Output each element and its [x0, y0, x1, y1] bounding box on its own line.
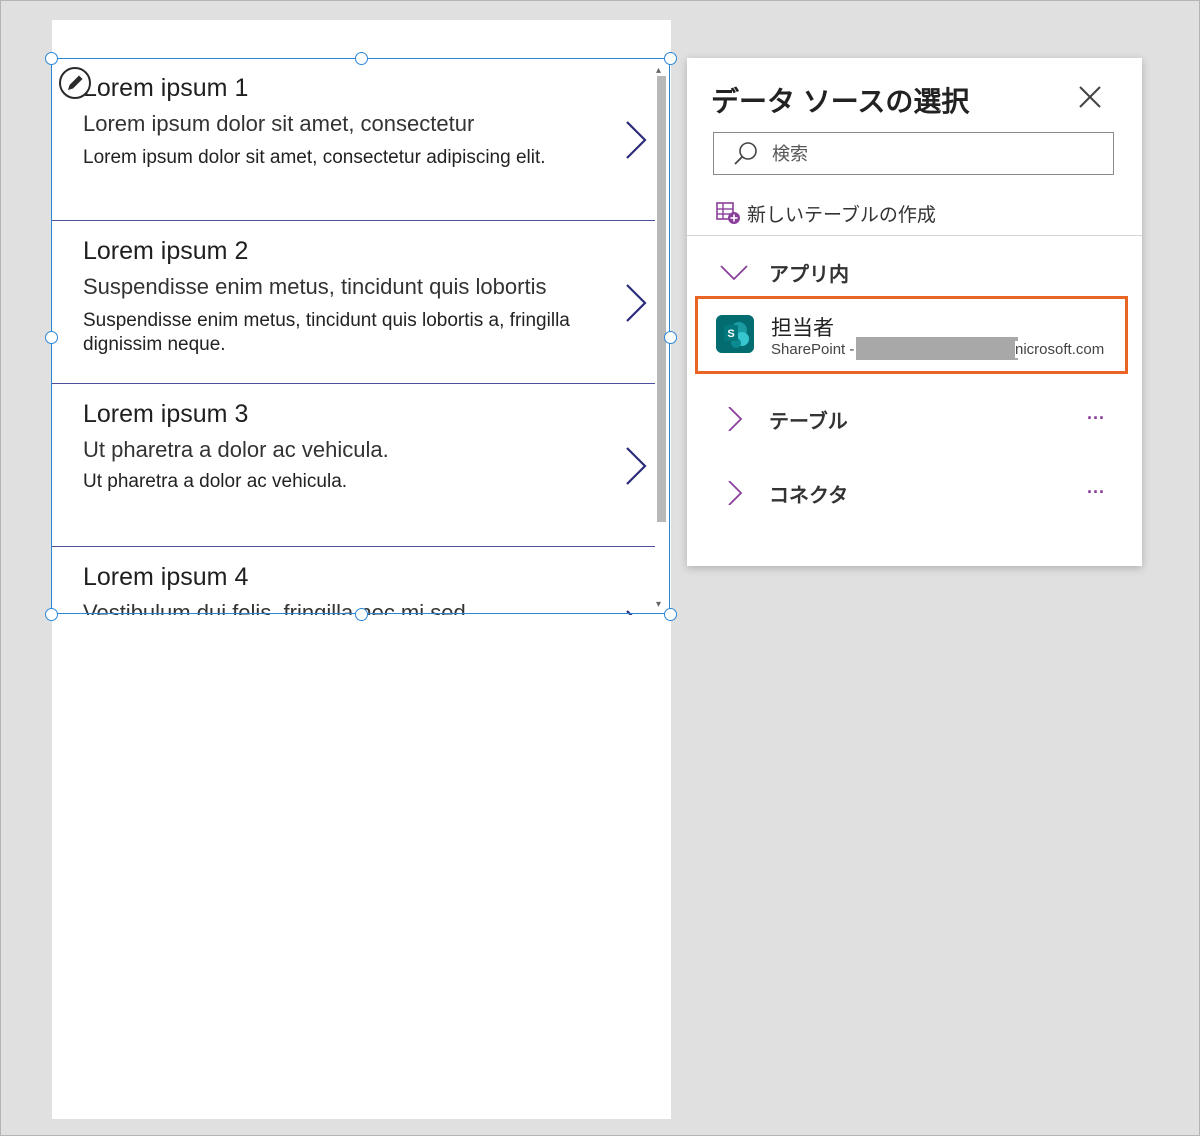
scroll-up-icon[interactable]: ▴	[656, 66, 661, 76]
chevron-right-icon[interactable]	[624, 120, 648, 160]
resize-handle[interactable]	[45, 52, 58, 65]
scroll-thumb[interactable]	[657, 76, 666, 522]
data-source-suffix: nicrosoft.com	[1015, 341, 1105, 358]
resize-handle[interactable]	[45, 608, 58, 621]
scroll-down-icon[interactable]: ▾	[656, 600, 661, 610]
resize-handle[interactable]	[664, 331, 677, 344]
item-subtitle: Vestibulum dui felis, fringilla nec mi s…	[83, 600, 466, 615]
search-box[interactable]	[713, 132, 1114, 175]
create-table-button[interactable]: 新しいテーブルの作成	[715, 198, 936, 228]
item-title: Lorem ipsum 4	[83, 563, 249, 591]
item-subtitle: Ut pharetra a dolor ac vehicula.	[83, 437, 389, 462]
item-body: Lorem ipsum dolor sit amet, consectetur …	[83, 147, 546, 168]
chevron-right-icon	[728, 481, 743, 505]
gallery-item[interactable]: Lorem ipsum 3 Ut pharetra a dolor ac veh…	[52, 384, 655, 547]
item-title: Lorem ipsum 2	[83, 237, 249, 265]
panel-divider	[687, 235, 1142, 236]
svg-text:S: S	[727, 328, 734, 340]
section-connectors[interactable]: コネクタ ...	[687, 473, 1142, 513]
search-icon	[734, 142, 757, 165]
section-label: アプリ内	[769, 264, 849, 286]
data-source-item[interactable]: S 担当者 SharePoint - nicrosoft.com	[695, 296, 1128, 374]
data-source-name: 担当者	[771, 317, 834, 340]
edit-pencil-icon[interactable]	[58, 66, 92, 100]
chevron-right-icon[interactable]	[624, 446, 648, 486]
more-options-icon[interactable]: ...	[1087, 477, 1105, 498]
item-body: Ut pharetra a dolor ac vehicula.	[83, 471, 348, 492]
search-input[interactable]	[770, 139, 1104, 169]
item-title: Lorem ipsum 1	[83, 74, 249, 102]
sharepoint-icon: S	[716, 315, 754, 353]
section-in-app[interactable]: アプリ内	[687, 252, 1142, 292]
chevron-right-icon[interactable]	[624, 609, 648, 615]
redacted-region	[856, 337, 1018, 360]
resize-handle[interactable]	[45, 331, 58, 344]
section-label: コネクタ	[769, 485, 849, 507]
section-tables[interactable]: テーブル ...	[687, 399, 1142, 439]
create-table-label: 新しいテーブルの作成	[747, 204, 936, 226]
section-label: テーブル	[769, 411, 848, 433]
resize-handle[interactable]	[355, 608, 368, 621]
vertical-gallery[interactable]: Lorem ipsum 1 Lorem ipsum dolor sit amet…	[52, 58, 670, 615]
resize-handle[interactable]	[664, 608, 677, 621]
gallery-item[interactable]: Lorem ipsum 2 Suspendisse enim metus, ti…	[52, 221, 655, 384]
item-body: Suspendisse enim metus, tincidunt quis l…	[83, 310, 570, 355]
chevron-right-icon[interactable]	[624, 283, 648, 323]
close-icon[interactable]	[1075, 82, 1105, 112]
item-subtitle: Suspendisse enim metus, tincidunt quis l…	[83, 274, 547, 299]
gallery-item[interactable]: Lorem ipsum 4 Vestibulum dui felis, frin…	[52, 547, 655, 615]
item-title: Lorem ipsum 3	[83, 400, 249, 428]
data-source-panel: データ ソースの選択 新しいテーブルの作成 アプリ内	[687, 58, 1142, 566]
chevron-down-icon	[720, 265, 748, 281]
panel-title: データ ソースの選択	[711, 86, 970, 117]
more-options-icon[interactable]: ...	[1087, 403, 1105, 424]
table-add-icon	[716, 202, 740, 224]
item-subtitle: Lorem ipsum dolor sit amet, consectetur	[83, 111, 475, 136]
resize-handle[interactable]	[355, 52, 368, 65]
chevron-right-icon	[728, 407, 743, 431]
resize-handle[interactable]	[664, 52, 677, 65]
gallery-item[interactable]: Lorem ipsum 1 Lorem ipsum dolor sit amet…	[52, 58, 655, 221]
